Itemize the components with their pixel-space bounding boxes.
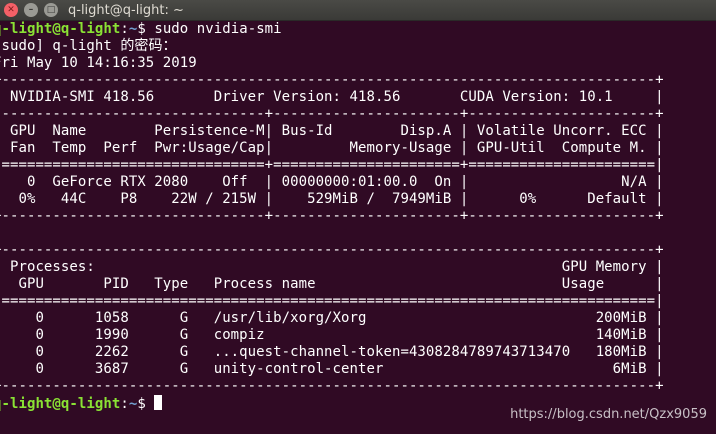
output-line: | 0% 44C P8 22W / 215W | 529MiB / 7949Mi… bbox=[0, 191, 664, 207]
date-line: Fri May 10 14:16:35 2019 bbox=[0, 55, 197, 71]
output-line: +---------------------------------------… bbox=[0, 378, 664, 394]
output-line: +---------------------------------------… bbox=[0, 242, 664, 258]
command-text: sudo nvidia-smi bbox=[154, 21, 282, 37]
output-line: |===============================+=======… bbox=[0, 157, 664, 173]
output-line: | Fan Temp Perf Pwr:Usage/Cap| Memory-Us… bbox=[0, 140, 664, 156]
sudo-password-prompt: [sudo] q-light 的密码： bbox=[0, 38, 177, 54]
maximize-icon[interactable]: □ bbox=[44, 3, 58, 17]
prompt-user-host: q-light@q-light bbox=[0, 396, 121, 412]
output-line: |-------------------------------+-------… bbox=[0, 106, 664, 122]
command-line: q-light@q-light:~$ sudo nvidia-smi bbox=[0, 21, 282, 38]
text-cursor bbox=[154, 395, 163, 410]
output-line: | GPU Name Persistence-M| Bus-Id Disp.A … bbox=[0, 123, 664, 139]
active-prompt-line[interactable]: q-light@q-light:~$ bbox=[0, 395, 163, 412]
output-line: | NVIDIA-SMI 418.56 Driver Version: 418.… bbox=[0, 89, 664, 105]
output-line: | 0 2262 G ...quest-channel-token=430828… bbox=[0, 344, 664, 360]
output-line: | GPU PID Type Process name Usage | bbox=[0, 276, 664, 292]
output-line: | Processes: GPU Memory | bbox=[0, 259, 664, 275]
output-line: | 0 1058 G /usr/lib/xorg/Xorg 200MiB | bbox=[0, 310, 664, 326]
output-line: | 0 GeForce RTX 2080 Off | 00000000:01:0… bbox=[0, 174, 664, 190]
prompt-separator: : bbox=[120, 21, 129, 37]
output-line: | 0 3687 G unity-control-center 6MiB | bbox=[0, 361, 664, 377]
window-titlebar[interactable]: ✕ – □ q-light@q-light: ~ bbox=[0, 0, 716, 21]
terminal-area[interactable]: q-light@q-light:~$ sudo nvidia-smi [sudo… bbox=[0, 21, 716, 434]
prompt-symbol: $ bbox=[137, 21, 155, 37]
output-line: | 0 1990 G compiz 140MiB | bbox=[0, 327, 664, 343]
watermark-text: https://blog.csdn.net/Qzx9059 bbox=[510, 407, 707, 422]
output-line: +-------------------------------+-------… bbox=[0, 208, 664, 224]
minimize-icon[interactable]: – bbox=[24, 3, 38, 17]
prompt-user-host: q-light@q-light bbox=[0, 21, 121, 37]
output-line: |=======================================… bbox=[0, 293, 664, 309]
close-icon[interactable]: ✕ bbox=[4, 3, 18, 17]
window-title: q-light@q-light: ~ bbox=[68, 3, 184, 18]
prompt-separator: : bbox=[120, 396, 129, 412]
output-line: +---------------------------------------… bbox=[0, 72, 664, 88]
prompt-symbol: $ bbox=[137, 396, 155, 412]
